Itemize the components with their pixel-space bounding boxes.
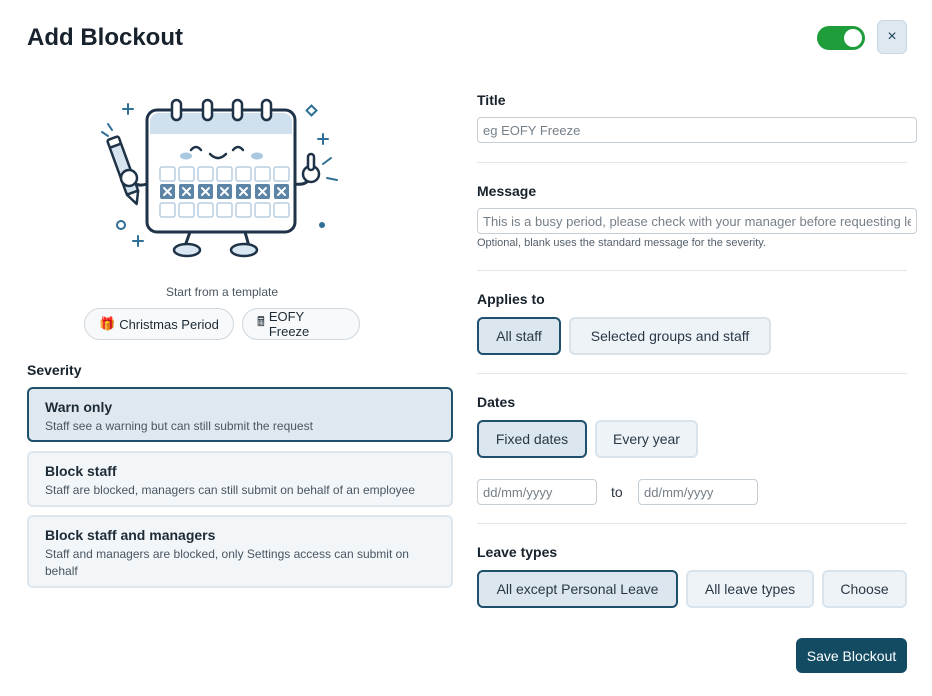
divider bbox=[477, 270, 907, 271]
severity-option-warn-only[interactable]: Warn only Staff see a warning but can st… bbox=[27, 387, 453, 442]
divider bbox=[477, 162, 907, 163]
leave-types-all-button[interactable]: All leave types bbox=[686, 570, 814, 608]
severity-option-title: Block staff bbox=[45, 463, 117, 479]
title-label: Title bbox=[477, 92, 506, 108]
divider bbox=[477, 373, 907, 374]
leave-types-all-except-personal-button[interactable]: All except Personal Leave bbox=[477, 570, 678, 608]
template-label: EOFY Freeze bbox=[268, 309, 310, 339]
leave-types-choose-button[interactable]: Choose bbox=[822, 570, 907, 608]
date-to-input[interactable] bbox=[638, 479, 758, 505]
severity-option-description: Staff and managers are blocked, only Set… bbox=[45, 547, 409, 578]
dates-label: Dates bbox=[477, 394, 516, 410]
severity-option-description: Staff see a warning but can still submit… bbox=[45, 419, 313, 433]
close-button[interactable]: × bbox=[877, 20, 907, 54]
date-from-input[interactable] bbox=[477, 479, 597, 505]
dates-every-year-button[interactable]: Every year bbox=[595, 420, 698, 458]
date-range-to-label: to bbox=[611, 484, 623, 500]
message-label: Message bbox=[477, 183, 537, 199]
message-hint: Optional, blank uses the standard messag… bbox=[477, 237, 767, 249]
severity-option-description: Staff are blocked, managers can still su… bbox=[45, 483, 415, 497]
leave-types-label: Leave types bbox=[477, 544, 558, 560]
title-input[interactable] bbox=[477, 117, 917, 143]
applies-to-label: Applies to bbox=[477, 291, 545, 307]
severity-option-block-staff-and-managers[interactable]: Block staff and managers Staff and manag… bbox=[27, 515, 453, 588]
calculator-icon: 🖩 bbox=[257, 314, 265, 329]
severity-option-title: Warn only bbox=[45, 399, 113, 415]
template-christmas-period-button[interactable]: 🎁 Christmas Period bbox=[84, 308, 234, 340]
calendar-mascot-illustration bbox=[101, 98, 338, 258]
template-label: Christmas Period bbox=[119, 316, 219, 332]
applies-to-selected-groups-button[interactable]: Selected groups and staff bbox=[569, 317, 771, 355]
page-title: Add Blockout bbox=[27, 24, 183, 51]
template-caption: Start from a template bbox=[165, 285, 279, 299]
message-input[interactable] bbox=[477, 208, 917, 234]
close-icon: × bbox=[887, 28, 897, 45]
gift-icon: 🎁 bbox=[99, 316, 116, 331]
toggle-knob bbox=[844, 29, 862, 47]
save-blockout-button[interactable]: Save Blockout bbox=[796, 638, 907, 673]
applies-to-all-staff-button[interactable]: All staff bbox=[477, 317, 561, 355]
blockout-enabled-toggle[interactable] bbox=[817, 26, 865, 50]
dates-fixed-button[interactable]: Fixed dates bbox=[477, 420, 587, 458]
severity-label: Severity bbox=[27, 362, 82, 378]
template-eofy-freeze-button[interactable]: 🖩 EOFY Freeze bbox=[242, 308, 360, 340]
severity-option-title: Block staff and managers bbox=[45, 527, 216, 543]
severity-option-block-staff[interactable]: Block staff Staff are blocked, managers … bbox=[27, 451, 453, 507]
divider bbox=[477, 523, 907, 524]
